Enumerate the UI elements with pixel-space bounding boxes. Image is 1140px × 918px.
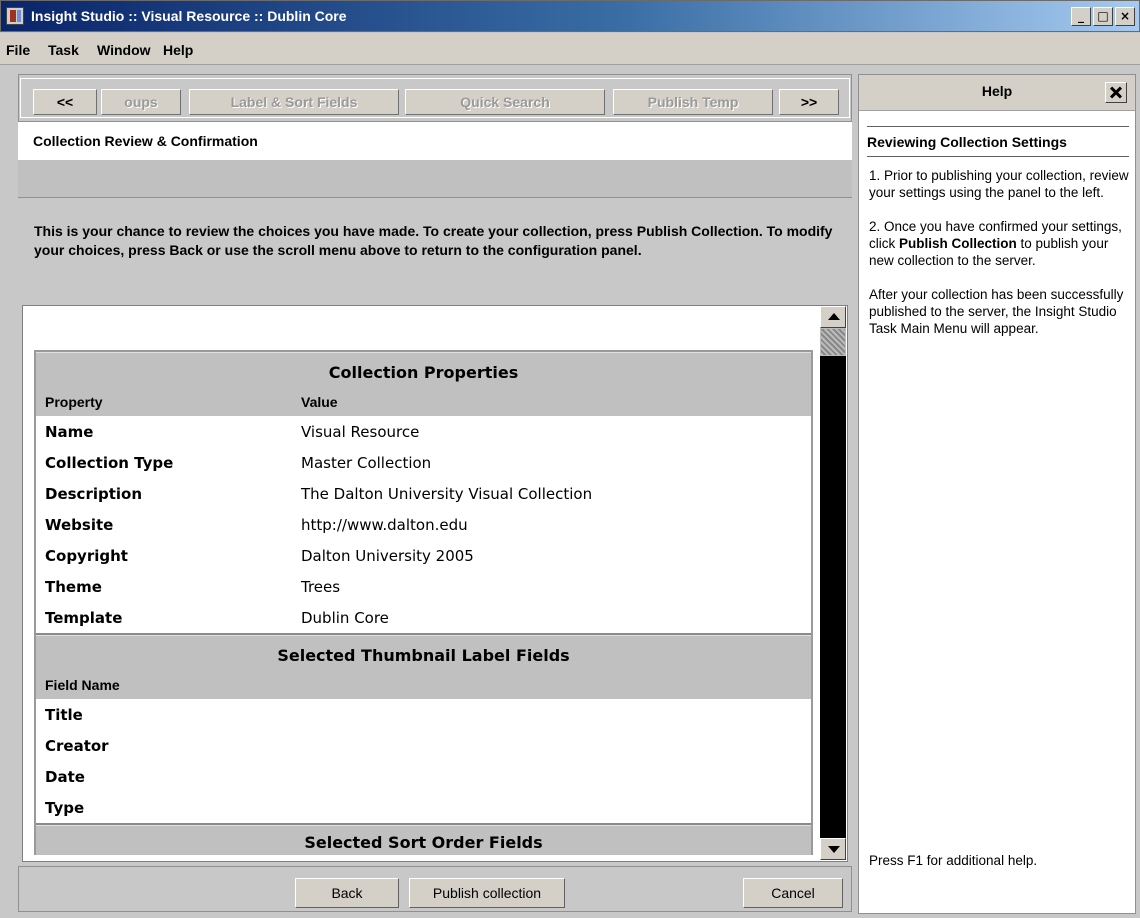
table-row: Title (36, 699, 811, 730)
table-row: Date (36, 761, 811, 792)
field-name: Title (45, 706, 83, 724)
property-key: Collection Type (45, 454, 174, 472)
property-value: The Dalton University Visual Collection (301, 485, 593, 503)
intro-text: This is your chance to review the choice… (34, 223, 833, 258)
close-button[interactable]: × (1115, 7, 1135, 26)
vertical-scrollbar[interactable] (820, 306, 846, 860)
sort-fields-title: Selected Sort Order Fields (36, 825, 811, 855)
help-header: Help (859, 75, 1135, 111)
nav-next-button[interactable]: >> (779, 89, 839, 115)
section-band (18, 160, 852, 198)
thumbnail-fields-title: Selected Thumbnail Label Fields (36, 635, 811, 673)
help-emphasis: Publish Collection (899, 236, 1017, 251)
property-key: Description (45, 485, 143, 503)
help-close-icon[interactable] (1105, 82, 1127, 103)
table-row: Creator (36, 730, 811, 761)
nav-prev-button[interactable]: << (33, 89, 97, 115)
menu-file[interactable]: File (6, 42, 30, 58)
back-button[interactable]: Back (295, 878, 399, 908)
column-value: Value (301, 394, 338, 410)
menu-help[interactable]: Help (163, 42, 193, 58)
help-panel: Help Reviewing Collection Settings 1. Pr… (858, 74, 1136, 914)
table-row: Theme Trees (36, 571, 811, 602)
menu-window[interactable]: Window (97, 42, 151, 58)
publish-collection-button[interactable]: Publish collection (409, 878, 565, 908)
property-value: Dublin Core (301, 609, 389, 627)
property-key: Theme (45, 578, 102, 596)
thumbnail-column-header: Field Name (36, 673, 811, 699)
help-header-title: Help (981, 83, 1013, 99)
help-footer: Press F1 for additional help. (869, 853, 1038, 868)
nav-step-quick-search[interactable]: Quick Search (405, 89, 605, 115)
properties-column-header: Property Value (36, 390, 811, 416)
cancel-button[interactable]: Cancel (743, 878, 843, 908)
maximize-button[interactable]: □ (1093, 7, 1113, 26)
section-title: Collection Review & Confirmation (33, 133, 258, 149)
property-key: Template (45, 609, 123, 627)
property-value: http://www.dalton.edu (301, 516, 468, 534)
help-paragraph: After your collection has been successfu… (869, 287, 1124, 336)
nav-step-publish-template[interactable]: Publish Temp (613, 89, 773, 115)
help-paragraph: 2. Once you have confirmed your settings… (869, 218, 1131, 269)
help-body: 1. Prior to publishing your collection, … (869, 167, 1131, 354)
column-field-name: Field Name (45, 677, 120, 693)
table-row: Website http://www.dalton.edu (36, 509, 811, 540)
column-property: Property (45, 394, 103, 410)
table-row: Description The Dalton University Visual … (36, 478, 811, 509)
field-name: Date (45, 768, 85, 786)
property-value: Master Collection (301, 454, 432, 472)
app-icon (6, 7, 24, 25)
menu-task[interactable]: Task (48, 42, 79, 58)
property-key: Name (45, 423, 94, 441)
window-title-bar[interactable]: Insight Studio :: Visual Resource :: Dub… (0, 0, 1140, 32)
field-name: Creator (45, 737, 109, 755)
property-value: Dalton University 2005 (301, 547, 474, 565)
nav-step-groups[interactable]: oups (101, 89, 181, 115)
table-row: Name Visual Resource (36, 416, 811, 447)
menu-bar: File Task Window Help (0, 33, 1140, 65)
collection-properties-title: Collection Properties (36, 352, 811, 390)
table-row: Template Dublin Core (36, 602, 811, 633)
scroll-thumb[interactable] (820, 328, 846, 356)
property-key: Copyright (45, 547, 128, 565)
property-key: Website (45, 516, 114, 534)
help-topic-title: Reviewing Collection Settings (867, 126, 1129, 157)
nav-step-label-sort[interactable]: Label & Sort Fields (189, 89, 399, 115)
help-paragraph: 1. Prior to publishing your collection, … (869, 168, 1129, 200)
table-row: Copyright Dalton University 2005 (36, 540, 811, 571)
step-navigation: << oups Label & Sort Fields Quick Search… (20, 78, 850, 118)
minimize-button[interactable]: _ (1071, 7, 1091, 26)
scroll-up-icon[interactable] (820, 306, 846, 328)
property-value: Trees (301, 578, 341, 596)
table-row: Collection Type Master Collection (36, 447, 811, 478)
scroll-down-icon[interactable] (820, 838, 846, 860)
review-table: Collection Properties Property Value Nam… (34, 350, 813, 855)
table-row: Type (36, 792, 811, 823)
field-name: Type (45, 799, 85, 817)
window-title: Insight Studio :: Visual Resource :: Dub… (31, 8, 347, 24)
section-header: Collection Review & Confirmation (18, 122, 852, 160)
property-value: Visual Resource (301, 423, 420, 441)
